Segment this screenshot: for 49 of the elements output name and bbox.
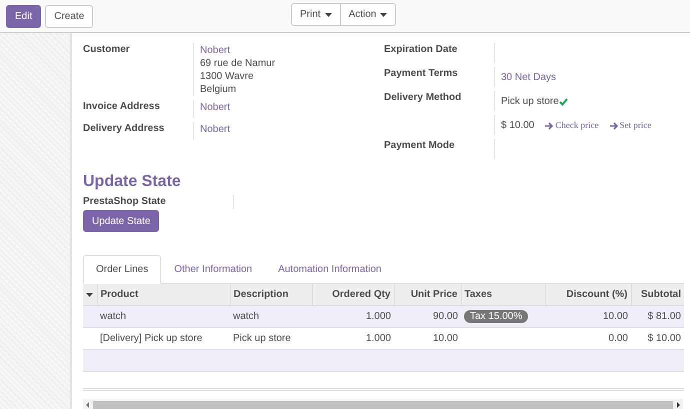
field-label: Delivery Address: [83, 122, 166, 136]
price-action-link[interactable]: Set price: [610, 119, 652, 132]
address-line: Belgium: [200, 83, 236, 96]
arrow-icon: [610, 122, 619, 130]
field-label: Delivery Method: [384, 92, 462, 103]
delivery-price: $ 10.00: [501, 119, 534, 132]
price-action-link[interactable]: Check price: [545, 119, 599, 132]
tab[interactable]: Other Information: [161, 255, 266, 284]
caret-icon[interactable]: [86, 293, 93, 297]
section-title: Update State: [83, 173, 182, 191]
field-label: PrestaShop State: [83, 195, 167, 209]
field-value: Pick up store: [501, 95, 559, 108]
field-link[interactable]: Nobert: [200, 44, 230, 57]
caret-icon: [324, 12, 332, 16]
table-cell: 1.000: [366, 333, 391, 344]
edit-button[interactable]: Edit: [6, 4, 42, 28]
dropdown-button[interactable]: Action: [340, 3, 396, 26]
dropdown-button[interactable]: Print: [291, 3, 341, 26]
field-link[interactable]: Nobert: [200, 101, 230, 114]
field-link[interactable]: Nobert: [200, 123, 230, 136]
table-cell: 1.000: [366, 311, 391, 322]
table-cell: Pick up store: [233, 333, 291, 344]
table-cell: $ 10.00: [648, 333, 681, 344]
field-label: Payment Terms: [384, 68, 458, 79]
table-cell: [Delivery] Pick up store: [100, 333, 202, 344]
field-label: Payment Mode: [384, 140, 455, 151]
field-label: Invoice Address: [83, 100, 161, 114]
field-label: Expiration Date: [384, 44, 458, 55]
tax-tag: Tax 15.00%: [464, 310, 528, 323]
address-line: 69 rue de Namur: [200, 57, 276, 70]
column-header[interactable]: Taxes: [464, 289, 492, 300]
tab[interactable]: Order Lines: [83, 255, 162, 284]
column-header[interactable]: Product: [100, 289, 138, 300]
caret-icon: [380, 12, 388, 16]
table-cell: 0.00: [608, 333, 628, 344]
table-cell: $ 81.00: [648, 311, 681, 322]
tab[interactable]: Automation Information: [265, 255, 394, 284]
table-cell: 90.00: [432, 311, 458, 322]
arrow-icon: [545, 122, 554, 130]
horizontal-scrollbar[interactable]: [83, 399, 683, 409]
address-line: 1300 Wavre: [200, 70, 254, 83]
create-button[interactable]: Create: [45, 4, 94, 28]
field-label: Customer: [83, 43, 131, 57]
table-cell: 10.00: [602, 311, 628, 322]
table-cell: watch: [233, 311, 260, 322]
table-cell: 10.00: [432, 333, 458, 344]
table-cell: watch: [100, 311, 126, 322]
field-link[interactable]: 30 Net Days: [501, 71, 556, 84]
update-state-button[interactable]: Update State: [83, 210, 160, 232]
